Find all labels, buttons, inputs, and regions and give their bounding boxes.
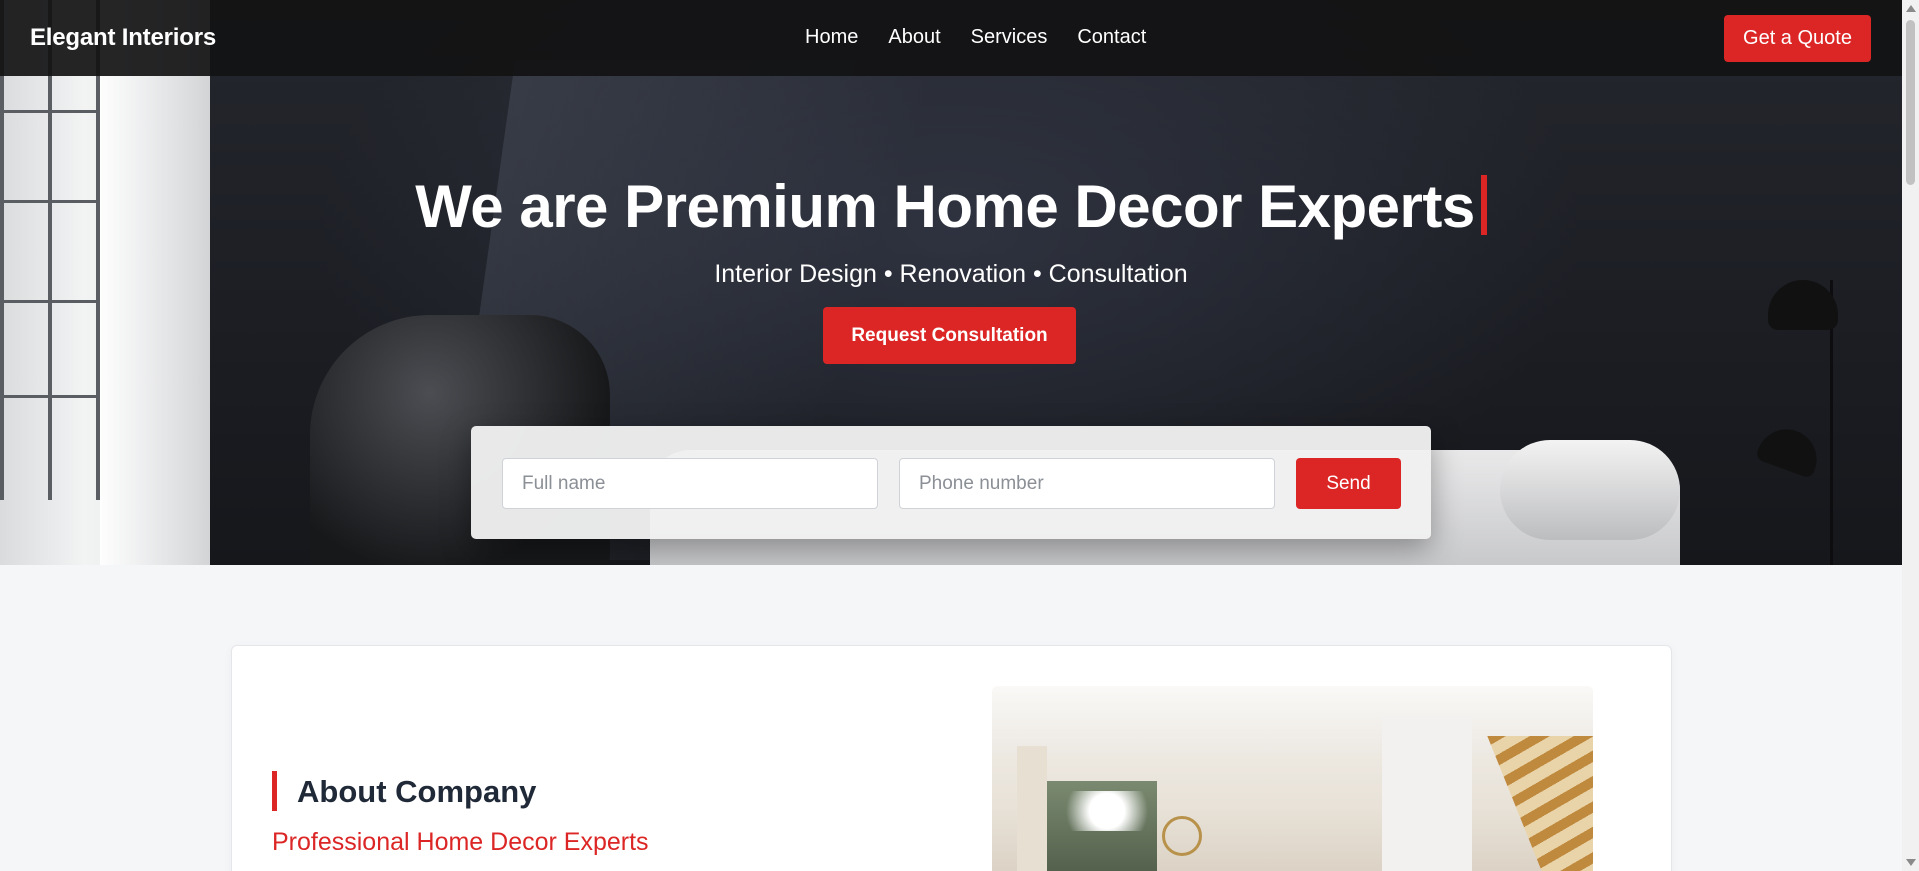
- image-curtain: [1017, 746, 1047, 871]
- about-section: About Company Professional Home Decor Ex…: [231, 645, 1672, 871]
- window-frame: [0, 395, 100, 398]
- hero-title: We are Premium Home Decor Experts: [0, 172, 1902, 241]
- hero-subtitle: Interior Design • Renovation • Consultat…: [714, 260, 1188, 288]
- window-frame: [0, 300, 100, 303]
- hero-section: We are Premium Home Decor Experts Interi…: [0, 0, 1902, 565]
- window-frame: [0, 110, 100, 113]
- phone-number-input[interactable]: [899, 458, 1275, 509]
- scrollbar-thumb[interactable]: [1906, 20, 1915, 185]
- scroll-down-icon[interactable]: [1906, 859, 1916, 866]
- about-heading: About Company: [297, 774, 537, 809]
- request-consultation-button[interactable]: Request Consultation: [823, 307, 1076, 364]
- about-heading-accent: [272, 771, 277, 811]
- page-scrollbar[interactable]: [1902, 0, 1919, 871]
- navbar: Elegant Interiors Home About Services Co…: [0, 0, 1902, 76]
- image-chandelier: [1052, 791, 1162, 831]
- nav-links: Home About Services Contact: [805, 26, 1146, 49]
- quick-contact-form: Send: [471, 426, 1431, 539]
- hero-title-text: We are Premium Home Decor Experts: [415, 173, 1475, 240]
- hero-sofa-arm: [1500, 440, 1680, 540]
- typing-caret: [1480, 175, 1487, 235]
- send-button[interactable]: Send: [1296, 458, 1401, 509]
- floor-lamp-head: [1754, 420, 1826, 480]
- nav-link-home[interactable]: Home: [805, 26, 858, 49]
- site-logo[interactable]: Elegant Interiors: [30, 24, 216, 52]
- image-wall: [1382, 716, 1472, 871]
- about-subheading: Professional Home Decor Experts: [272, 828, 649, 856]
- full-name-input[interactable]: [502, 458, 878, 509]
- image-wall-clock: [1162, 816, 1202, 856]
- nav-link-about[interactable]: About: [888, 26, 940, 49]
- get-quote-button[interactable]: Get a Quote: [1724, 15, 1871, 62]
- nav-link-contact[interactable]: Contact: [1077, 26, 1146, 49]
- scroll-up-icon[interactable]: [1906, 5, 1916, 12]
- nav-link-services[interactable]: Services: [971, 26, 1048, 49]
- about-interior-image: [992, 686, 1593, 871]
